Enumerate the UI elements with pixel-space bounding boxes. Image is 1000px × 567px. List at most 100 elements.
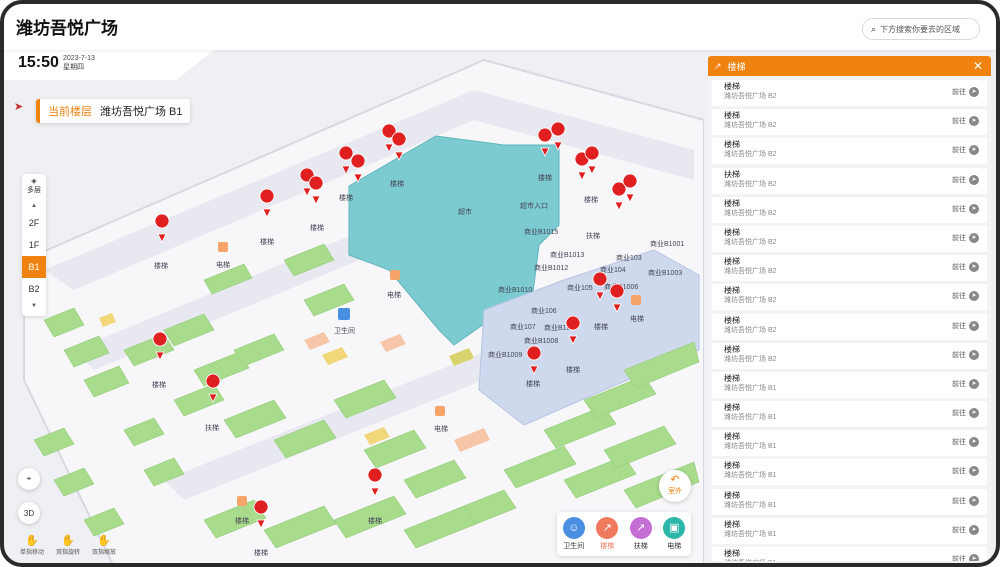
go-button[interactable]: 前往 ➤ (952, 408, 979, 419)
toilet-icon[interactable] (338, 308, 350, 320)
navigate-icon: ➤ (969, 87, 979, 97)
item-location: 潍坊吾悦广场 B2 (724, 151, 777, 159)
list-item[interactable]: 楼梯潍坊吾悦广场 B1前往➤ (712, 517, 987, 544)
elevator-icon[interactable] (631, 295, 641, 305)
list-item[interactable]: 楼梯潍坊吾悦广场 B1前往➤ (712, 371, 987, 398)
search-input[interactable]: ⌕ 下方搜索你要去的区域 (862, 18, 980, 40)
stair-label: 楼梯 (235, 516, 249, 525)
go-button[interactable]: 前往 ➤ (952, 174, 979, 185)
list-item[interactable]: 楼梯 潍坊吾悦广场 B2 前往 ➤ (712, 196, 987, 223)
list-item[interactable]: 楼梯 潍坊吾悦广场 B2 前往 ➤ (712, 225, 987, 252)
list-item[interactable]: 楼梯 潍坊吾悦广场 B2 前往 ➤ (712, 313, 987, 340)
legend-toilet[interactable]: ☺ 卫生间 (562, 517, 585, 551)
hand-icon: ✋ (97, 535, 111, 547)
escalator-label: 扶梯 (586, 231, 600, 240)
locate-button[interactable]: ⌖ (18, 468, 40, 490)
go-label: 前往 (952, 380, 966, 388)
navigate-icon: ➤ (969, 524, 979, 535)
go-button[interactable]: 前往 ➤ (952, 524, 979, 535)
go-button[interactable]: 前往 ➤ (952, 145, 979, 156)
floor-2f[interactable]: 2F (22, 212, 46, 234)
list-item[interactable]: 楼梯潍坊吾悦广场 B1前往➤ (712, 547, 987, 561)
item-name: 楼梯 (724, 432, 740, 442)
legend-elevator[interactable]: ▣ 电梯 (663, 517, 686, 551)
item-location: 潍坊吾悦广场 B1 (724, 559, 987, 561)
item-name: 楼梯 (724, 461, 740, 471)
go-button[interactable]: 前往 ➤ (952, 87, 979, 97)
legend-label: 卫生间 (563, 543, 585, 550)
outdoor-button[interactable]: ↶ 室外 (659, 470, 691, 502)
item-location: 潍坊吾悦广场 B1 (724, 414, 777, 422)
item-name: 楼梯 (724, 490, 740, 500)
go-label: 前往 (952, 526, 966, 534)
elevator-icon[interactable] (237, 496, 247, 506)
layers-button[interactable]: ◈ 多层 (22, 174, 46, 200)
go-button[interactable]: 前往 ➤ (952, 495, 979, 506)
item-location: 潍坊吾悦广场 B2 (724, 355, 777, 363)
floor-b2[interactable]: B2 (22, 278, 46, 300)
store-label: 超市 (458, 207, 472, 216)
search-icon: ⌕ (871, 23, 877, 34)
go-button[interactable]: 前往 ➤ (952, 554, 979, 561)
floor-1f[interactable]: 1F (22, 234, 46, 256)
go-button[interactable]: 前往 ➤ (952, 466, 979, 477)
app-frame: 潍坊吾悦广场 ⌕ 下方搜索你要去的区域 超市 超市入口 商业B1015 商业B1… (0, 0, 1000, 567)
go-button[interactable]: 前往 ➤ (952, 262, 979, 273)
view-3d-button[interactable]: 3D (18, 502, 40, 524)
close-icon[interactable]: ✕ (973, 59, 983, 73)
list-item[interactable]: 楼梯潍坊吾悦广场 B1前往➤ (712, 401, 987, 428)
elevator-icon[interactable] (218, 242, 228, 252)
floor-up-arrow-icon[interactable]: ▲ (22, 200, 46, 212)
floor-down-arrow-icon[interactable]: ▼ (22, 300, 46, 312)
indoor-map[interactable]: 超市 超市入口 商业B1015 商业B1013 商业B1012 商业B1001 … (4, 50, 705, 567)
go-button[interactable]: 前往 ➤ (952, 320, 979, 331)
stair-label: 楼梯 (538, 173, 552, 182)
go-button[interactable]: 前往 ➤ (952, 116, 979, 127)
list-item[interactable]: 楼梯 潍坊吾悦广场 B2 前往 ➤ (712, 138, 987, 165)
legend-label: 电梯 (667, 543, 682, 550)
list-item[interactable]: 楼梯潍坊吾悦广场 B1前往➤ (712, 488, 987, 515)
elevator-label: 电梯 (630, 314, 644, 323)
go-button[interactable]: 前往 ➤ (952, 378, 979, 389)
item-location: 潍坊吾悦广场 B2 (724, 297, 777, 305)
list-item[interactable]: 楼梯 潍坊吾悦广场 B2 前往 ➤ (712, 284, 987, 311)
list-item[interactable]: 楼梯 潍坊吾悦广场 B2 前往 ➤ (712, 255, 987, 282)
go-label: 前往 (952, 89, 966, 96)
go-button[interactable]: 前往 ➤ (952, 203, 979, 214)
list-item[interactable]: 楼梯 潍坊吾悦广场 B2 前往 ➤ (712, 80, 987, 106)
legend-label: 扶梯 (633, 543, 648, 550)
item-name: 楼梯 (724, 82, 740, 91)
stairs-icon: ↗ (714, 60, 722, 71)
stairs-icon: ↗ (596, 517, 619, 539)
legend-escalator[interactable]: ↗ 扶梯 (629, 517, 652, 551)
item-name: 楼梯 (724, 111, 740, 121)
elevator-icon[interactable] (390, 270, 400, 280)
go-button[interactable]: 前往 ➤ (952, 291, 979, 302)
go-button[interactable]: 前往 ➤ (952, 232, 979, 243)
stair-label: 楼梯 (526, 379, 540, 388)
list-item[interactable]: 楼梯潍坊吾悦广场 B1前往➤ (712, 430, 987, 457)
panel-header: ↗ 楼梯 ✕ (708, 56, 991, 76)
navigate-icon: ➤ (969, 378, 979, 389)
navigate-icon: ➤ (969, 320, 979, 331)
go-button[interactable]: 前往 ➤ (952, 437, 979, 448)
floor-b1[interactable]: B1 (22, 256, 46, 278)
outdoor-label: 室外 (668, 488, 682, 495)
store-label: 商业103 (616, 253, 642, 262)
list-item[interactable]: 楼梯 潍坊吾悦广场 B2 前往 ➤ (712, 109, 987, 136)
map-canvas[interactable]: 超市 超市入口 商业B1015 商业B1013 商业B1012 商业B1001 … (4, 50, 705, 567)
navigate-icon: ➤ (969, 203, 979, 214)
back-arrow-icon: ↶ (670, 474, 680, 486)
go-button[interactable]: 前往 ➤ (952, 349, 979, 360)
stair-label: 楼梯 (254, 548, 268, 557)
compass-icon[interactable]: ➤ (14, 100, 28, 114)
elevator-icon[interactable] (435, 406, 445, 416)
list-item[interactable]: 楼梯 潍坊吾悦广场 B2 前往 ➤ (712, 342, 987, 369)
current-floor-label: 当前楼层 (48, 106, 92, 118)
header: 潍坊吾悦广场 ⌕ 下方搜索你要去的区域 (4, 4, 996, 50)
list-item[interactable]: 扶梯 潍坊吾悦广场 B2 前往 ➤ (712, 167, 987, 194)
gesture-zoom: ✋ 双指缩放 (90, 534, 118, 556)
escalator-icon: ↗ (629, 517, 652, 539)
legend-stairs[interactable]: ↗ 楼梯 (596, 517, 619, 551)
list-item[interactable]: 楼梯潍坊吾悦广场 B1前往➤ (712, 459, 987, 486)
